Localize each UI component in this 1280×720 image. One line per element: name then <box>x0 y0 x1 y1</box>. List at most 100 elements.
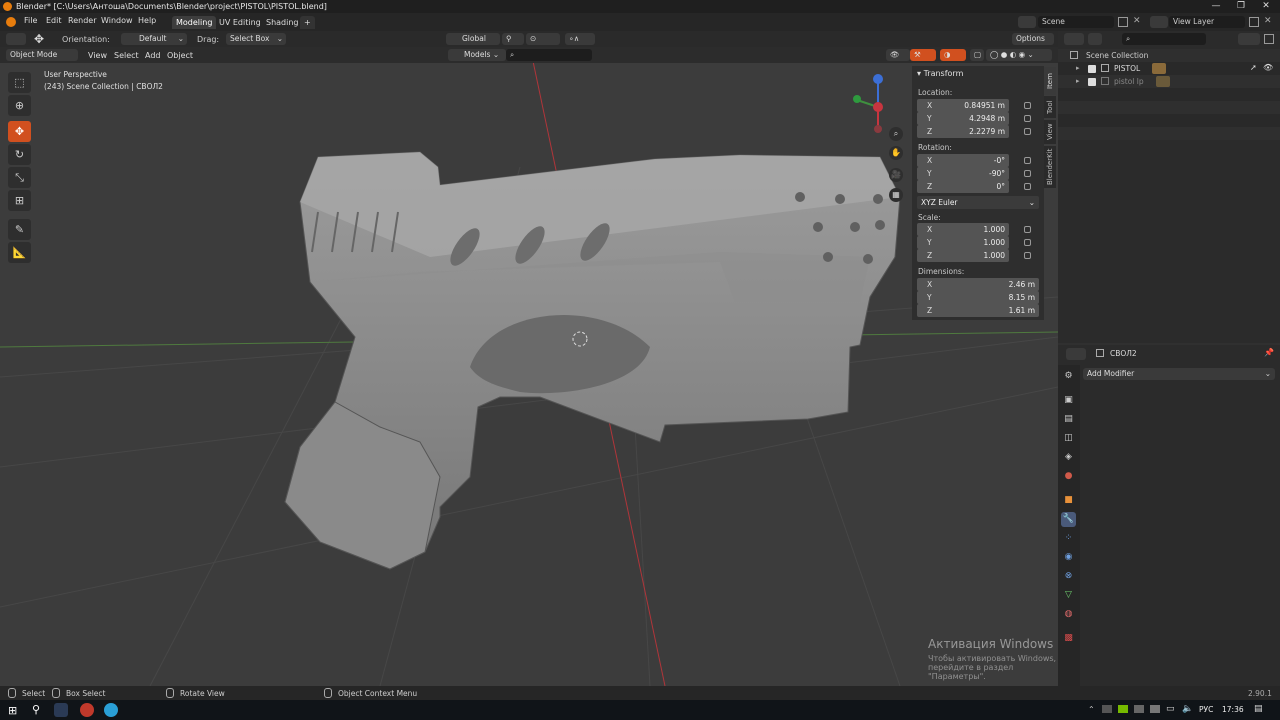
mode-dropdown[interactable]: Object Mode <box>6 49 78 61</box>
editor-type-icon[interactable] <box>6 33 26 45</box>
nvidia-tray-icon[interactable] <box>1118 705 1128 713</box>
properties-editor-icon[interactable] <box>1066 348 1086 360</box>
physics-icon[interactable]: ◉ <box>1061 550 1076 565</box>
language-indicator[interactable]: РУС <box>1199 705 1213 714</box>
filter-icon[interactable] <box>1238 33 1260 45</box>
tab-uv-editing[interactable]: UV Editing <box>215 16 265 29</box>
tab-modeling[interactable]: Modeling <box>172 16 217 29</box>
menu-window[interactable]: Window <box>101 16 133 25</box>
browser-taskbar-icon[interactable] <box>80 703 94 717</box>
pivot-point-icon[interactable]: ⚲ <box>502 33 524 45</box>
ortho-toggle-icon[interactable]: ▦ <box>889 188 903 202</box>
zoom-icon[interactable]: ⌕ <box>889 127 903 141</box>
scale-y-field[interactable]: Y 1.000 <box>917 236 1009 249</box>
lock-icon[interactable] <box>1024 252 1031 259</box>
material-icon[interactable]: ◍ <box>1061 607 1076 622</box>
delete-scene-icon[interactable]: ✕ <box>1133 16 1141 26</box>
telegram-taskbar-icon[interactable] <box>104 703 118 717</box>
output-icon[interactable]: ▤ <box>1061 412 1076 427</box>
scale-x-field[interactable]: X 1.000 <box>917 223 1009 236</box>
gizmo-toggle-icon[interactable]: ⚒ <box>910 49 936 61</box>
options-dropdown[interactable]: Options ⌄ <box>1012 33 1054 55</box>
transform-panel-header[interactable]: ▾ Transform <box>917 69 963 78</box>
scale-tool-button[interactable]: ⤡ <box>8 167 31 188</box>
blender-taskbar-icon[interactable] <box>54 703 68 717</box>
modifier-wrench-icon[interactable]: 🔧 <box>1061 512 1076 527</box>
rotation-z-field[interactable]: Z 0° <box>917 180 1009 193</box>
tray-app-icon[interactable] <box>1134 705 1144 713</box>
dimensions-z-field[interactable]: Z 1.61 m <box>917 304 1039 317</box>
orientation-dropdown[interactable]: Default ⌄ <box>121 33 187 45</box>
lock-icon[interactable] <box>1024 170 1031 177</box>
view-layer-field[interactable]: View Layer <box>1169 16 1245 28</box>
tab-tool[interactable]: Tool <box>1044 96 1056 118</box>
3d-viewport[interactable]: ⬚ ⊕ ✥ ↻ ⤡ ⊞ ✎ 📐 User Perspective (243) S… <box>0 47 1058 686</box>
select-tool-button[interactable]: ⬚ <box>8 72 31 93</box>
lock-icon[interactable] <box>1024 115 1031 122</box>
annotate-tool-button[interactable]: ✎ <box>8 219 31 240</box>
tray-chevron-icon[interactable]: ⌃ <box>1088 705 1095 714</box>
tool-settings-icon[interactable]: ⚙ <box>1061 369 1076 384</box>
menu-view[interactable]: View <box>88 51 107 60</box>
lock-icon[interactable] <box>1024 157 1031 164</box>
lock-icon[interactable] <box>1024 239 1031 246</box>
scale-z-field[interactable]: Z 1.000 <box>917 249 1009 262</box>
view-layer-icon[interactable]: ◫ <box>1061 431 1076 446</box>
location-z-field[interactable]: Z 2.2279 m <box>917 125 1009 138</box>
expand-icon[interactable]: ▸ <box>1076 64 1080 72</box>
lock-icon[interactable] <box>1024 226 1031 233</box>
visibility-eye-icon[interactable]: 👁 <box>1263 63 1273 72</box>
menu-edit[interactable]: Edit <box>46 16 62 25</box>
minimize-button[interactable]: — <box>1204 0 1228 13</box>
clock[interactable]: 17:36 <box>1222 705 1244 714</box>
transform-tool-button[interactable]: ⊞ <box>8 190 31 211</box>
constraints-icon[interactable]: ⊗ <box>1061 569 1076 584</box>
cursor-tool-button[interactable]: ⊕ <box>8 95 31 116</box>
dimensions-x-field[interactable]: X 2.46 m <box>917 278 1039 291</box>
scene-browse-icon[interactable] <box>1018 16 1036 28</box>
new-view-layer-icon[interactable] <box>1249 17 1259 27</box>
menu-select[interactable]: Select <box>114 51 139 60</box>
expand-icon[interactable]: ▸ <box>1076 77 1080 85</box>
lock-icon[interactable] <box>1024 183 1031 190</box>
outliner-editor-icon[interactable] <box>1064 33 1084 45</box>
blender-menu-icon[interactable] <box>6 17 16 27</box>
rotation-x-field[interactable]: X -0° <box>917 154 1009 167</box>
lock-icon[interactable] <box>1024 128 1031 135</box>
transform-orientation-dropdown[interactable]: Global <box>446 33 500 45</box>
tray-app-icon[interactable] <box>1102 705 1112 713</box>
shading-mode-icons[interactable]: ◯ ● ◐ ◉ ⌄ <box>986 49 1052 61</box>
collection-filter-dropdown[interactable]: Models ⌄ <box>448 49 506 61</box>
outliner-row-scene-collection[interactable]: Scene Collection <box>1058 49 1280 62</box>
pin-icon[interactable]: 📌 <box>1264 348 1274 357</box>
menu-render[interactable]: Render <box>68 16 96 25</box>
rotation-mode-dropdown[interactable]: XYZ Euler ⌄ <box>917 196 1039 209</box>
menu-file[interactable]: File <box>24 16 37 25</box>
search-icon[interactable]: ⚲ <box>32 703 40 716</box>
world-icon[interactable]: ● <box>1061 469 1076 484</box>
outliner-row-pistol[interactable]: ▸ PISTOL ➚ 👁 <box>1058 62 1280 75</box>
view-layer-browse-icon[interactable] <box>1150 16 1168 28</box>
menu-object[interactable]: Object <box>167 51 193 60</box>
object-icon[interactable]: ■ <box>1061 493 1076 508</box>
tab-shading[interactable]: Shading <box>262 16 303 29</box>
move-tool-icon[interactable]: ✥ <box>34 32 44 46</box>
object-data-mesh-icon[interactable]: ▽ <box>1061 588 1076 603</box>
delete-view-layer-icon[interactable]: ✕ <box>1264 16 1272 26</box>
render-icon[interactable]: ▣ <box>1061 393 1076 408</box>
visibility-icon[interactable]: 👁 <box>886 49 910 61</box>
network-icon[interactable]: ▭ <box>1166 704 1175 714</box>
scene-icon[interactable]: ◈ <box>1061 450 1076 465</box>
add-workspace-button[interactable]: + <box>300 16 315 29</box>
move-tool-button[interactable]: ✥ <box>8 121 31 142</box>
display-mode-icon[interactable] <box>1088 33 1102 45</box>
lock-icon[interactable] <box>1024 102 1031 109</box>
pan-hand-icon[interactable]: ✋ <box>889 146 903 160</box>
new-collection-icon[interactable] <box>1264 34 1274 44</box>
rotation-y-field[interactable]: Y -90° <box>917 167 1009 180</box>
checkbox-icon[interactable] <box>1088 78 1096 86</box>
drag-dropdown[interactable]: Select Box ⌄ <box>226 33 286 45</box>
pistol-model[interactable] <box>284 151 901 570</box>
close-button[interactable]: ✕ <box>1254 0 1278 13</box>
overlay-toggle-icon[interactable]: ◑ <box>940 49 966 61</box>
